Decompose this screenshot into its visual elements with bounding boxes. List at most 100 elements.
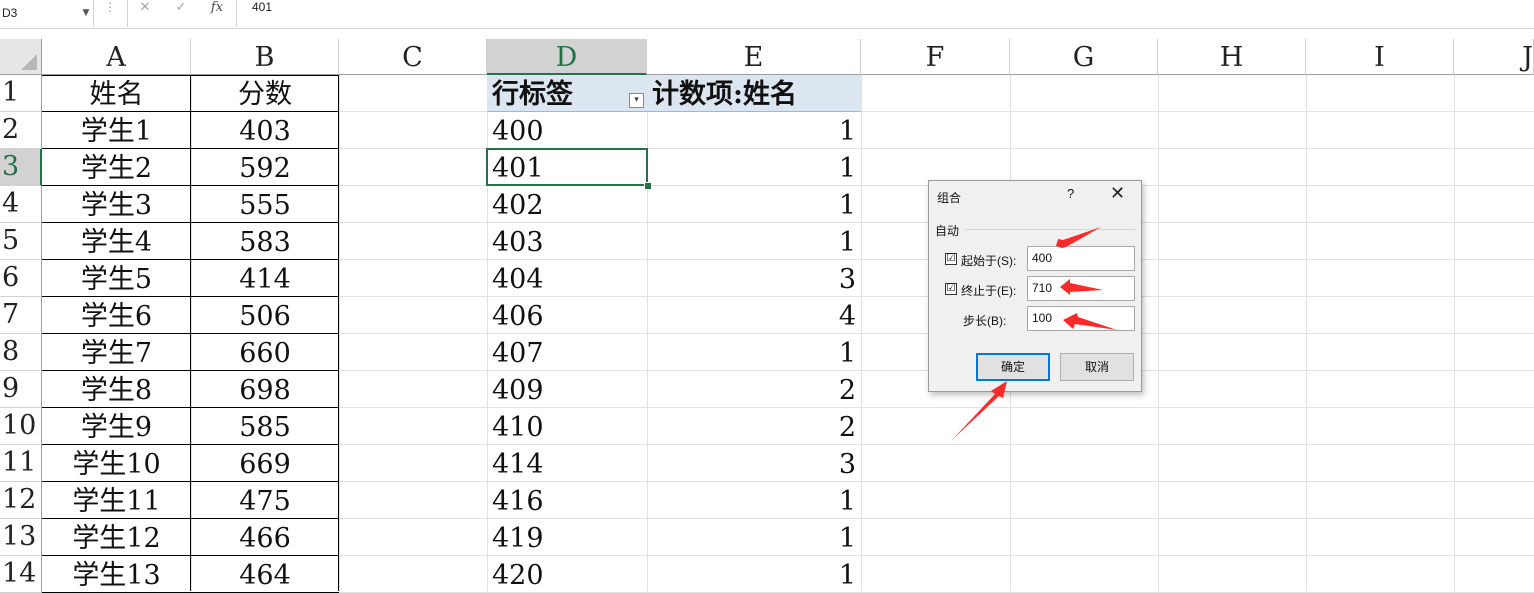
pivot-row-label[interactable]: 406: [487, 297, 647, 334]
row-header[interactable]: 2: [0, 112, 42, 149]
column-header-a[interactable]: A: [42, 39, 191, 75]
row-header[interactable]: 4: [0, 186, 42, 223]
close-icon[interactable]: ✕: [1110, 183, 1125, 204]
pivot-count[interactable]: 3: [647, 260, 861, 297]
column-header-d[interactable]: D: [487, 39, 647, 75]
pivot-count[interactable]: 1: [647, 519, 861, 556]
column-header-j[interactable]: J: [1454, 39, 1534, 75]
column-header-b[interactable]: B: [191, 39, 339, 75]
row-header[interactable]: 8: [0, 334, 42, 371]
pivot-row-label[interactable]: 404: [487, 260, 647, 297]
score-cell[interactable]: 592: [191, 149, 339, 186]
name-cell[interactable]: 学生13: [42, 556, 191, 593]
formula-input[interactable]: 401: [252, 0, 272, 27]
column-header-i[interactable]: I: [1306, 39, 1454, 75]
cancel-button[interactable]: 取消: [1060, 353, 1134, 381]
pivot-row-label[interactable]: 403: [487, 223, 647, 260]
row-header[interactable]: 13: [0, 519, 42, 556]
score-cell[interactable]: 475: [191, 482, 339, 519]
column-header-f[interactable]: F: [861, 39, 1010, 75]
pivot-row-label[interactable]: 400: [487, 112, 647, 149]
insert-function-icon[interactable]: fx: [206, 0, 228, 27]
pivot-row-label[interactable]: 407: [487, 334, 647, 371]
pivot-count[interactable]: 1: [647, 482, 861, 519]
start-checkbox[interactable]: ☑: [945, 253, 957, 265]
row-header[interactable]: 5: [0, 223, 42, 260]
more-options-icon[interactable]: ⋮: [104, 0, 116, 27]
row-header[interactable]: 9: [0, 371, 42, 408]
pivot-count[interactable]: 1: [647, 556, 861, 593]
pivot-count[interactable]: 3: [647, 445, 861, 482]
enter-icon[interactable]: ✓: [170, 0, 192, 27]
header-cell-name[interactable]: 姓名: [42, 75, 191, 112]
pivot-row-label[interactable]: 420: [487, 556, 647, 593]
pivot-count[interactable]: 1: [647, 112, 861, 149]
row-header[interactable]: 7: [0, 297, 42, 334]
pivot-count[interactable]: 1: [647, 186, 861, 223]
score-cell[interactable]: 403: [191, 112, 339, 149]
row-header[interactable]: 6: [0, 260, 42, 297]
column-header-c[interactable]: C: [339, 39, 487, 75]
score-cell[interactable]: 414: [191, 260, 339, 297]
row-header[interactable]: 14: [0, 556, 42, 593]
name-cell[interactable]: 学生10: [42, 445, 191, 482]
score-cell[interactable]: 506: [191, 297, 339, 334]
score-cell[interactable]: 555: [191, 186, 339, 223]
pivot-value-header[interactable]: 计数项:姓名: [647, 75, 861, 112]
name-cell[interactable]: 学生4: [42, 223, 191, 260]
name-cell[interactable]: 学生7: [42, 334, 191, 371]
name-cell[interactable]: 学生9: [42, 408, 191, 445]
row-header[interactable]: 12: [0, 482, 42, 519]
end-checkbox[interactable]: ☑: [945, 283, 957, 295]
name-cell[interactable]: 学生5: [42, 260, 191, 297]
column-header-e[interactable]: E: [647, 39, 861, 75]
score-cell[interactable]: 669: [191, 445, 339, 482]
score-cell[interactable]: 660: [191, 334, 339, 371]
column-header-g[interactable]: G: [1010, 39, 1158, 75]
pivot-row-label[interactable]: 414: [487, 445, 647, 482]
score-cell[interactable]: 698: [191, 371, 339, 408]
filter-dropdown-icon[interactable]: ▾: [629, 93, 644, 108]
name-cell[interactable]: 学生2: [42, 149, 191, 186]
row-header[interactable]: 11: [0, 445, 42, 482]
fill-handle[interactable]: [644, 182, 652, 190]
pivot-row-label[interactable]: 419: [487, 519, 647, 556]
score-cell[interactable]: 585: [191, 408, 339, 445]
cancel-icon[interactable]: ✕: [134, 0, 156, 27]
pivot-count[interactable]: 2: [647, 371, 861, 408]
select-all-corner[interactable]: [0, 39, 42, 75]
step-input[interactable]: 100: [1027, 306, 1135, 331]
end-label: 终止于(E):: [961, 284, 1017, 298]
pivot-row-label[interactable]: 416: [487, 482, 647, 519]
row-header[interactable]: 1: [0, 75, 42, 112]
row-header[interactable]: 10: [0, 408, 42, 445]
name-cell[interactable]: 学生8: [42, 371, 191, 408]
start-input[interactable]: 400: [1027, 246, 1135, 271]
end-input[interactable]: 710: [1027, 276, 1135, 301]
ok-button[interactable]: 确定: [976, 353, 1050, 381]
pivot-count[interactable]: 1: [647, 223, 861, 260]
score-cell[interactable]: 583: [191, 223, 339, 260]
row-header[interactable]: 3: [0, 149, 42, 186]
pivot-count[interactable]: 1: [647, 149, 861, 186]
pivot-row-label[interactable]: 402: [487, 186, 647, 223]
name-cell[interactable]: 学生6: [42, 297, 191, 334]
score-cell[interactable]: 464: [191, 556, 339, 593]
pivot-row-label[interactable]: 409: [487, 371, 647, 408]
pivot-row-label-header[interactable]: 行标签: [487, 75, 647, 112]
help-icon[interactable]: ?: [1067, 186, 1074, 201]
name-cell[interactable]: 学生1: [42, 112, 191, 149]
pivot-count[interactable]: 1: [647, 334, 861, 371]
header-cell-score[interactable]: 分数: [191, 75, 339, 112]
start-label: 起始于(S):: [961, 254, 1017, 268]
name-cell[interactable]: 学生11: [42, 482, 191, 519]
name-cell[interactable]: 学生3: [42, 186, 191, 223]
column-header-h[interactable]: H: [1158, 39, 1306, 75]
pivot-row-label[interactable]: 410: [487, 408, 647, 445]
pivot-count[interactable]: 2: [647, 408, 861, 445]
score-cell[interactable]: 466: [191, 519, 339, 556]
dialog-title: 组合: [937, 191, 962, 205]
chevron-down-icon[interactable]: ▼: [80, 0, 92, 27]
pivot-count[interactable]: 4: [647, 297, 861, 334]
name-cell[interactable]: 学生12: [42, 519, 191, 556]
